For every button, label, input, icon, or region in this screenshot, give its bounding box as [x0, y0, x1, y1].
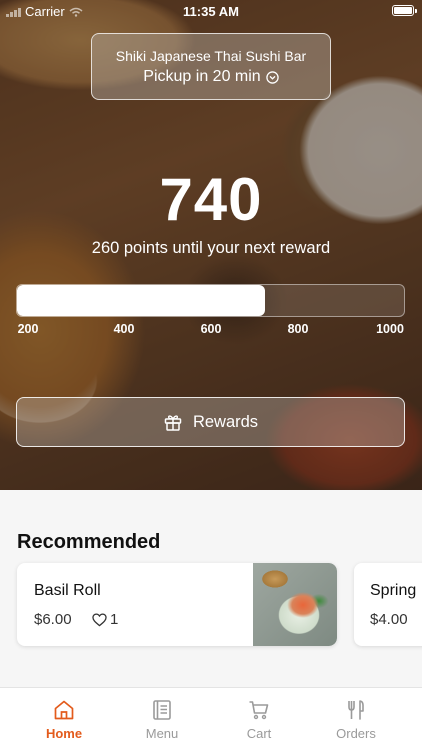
- cart-icon: [249, 701, 269, 720]
- rewards-progress-bar: [16, 284, 405, 317]
- item-price: $6.00: [34, 611, 72, 628]
- progress-tick-label: 200: [17, 322, 39, 336]
- status-time: 11:35 AM: [183, 4, 239, 19]
- points-until-reward: 260 points until your next reward: [91, 239, 331, 257]
- menu-icon: [153, 700, 171, 720]
- tab-cart[interactable]: Cart: [219, 698, 299, 741]
- gift-icon: [164, 415, 182, 431]
- recommended-title: Recommended: [17, 531, 161, 553]
- home-icon: [54, 700, 74, 720]
- rewards-progress-fill: [17, 285, 265, 316]
- tab-label: Home: [45, 726, 83, 741]
- tab-home[interactable]: Home: [24, 698, 104, 741]
- recommended-item-card[interactable]: Basil Roll $6.00 1: [17, 563, 337, 646]
- store-selector[interactable]: Shiki Japanese Thai Sushi Bar Pickup in …: [91, 33, 331, 100]
- store-name: Shiki Japanese Thai Sushi Bar: [115, 48, 307, 64]
- progress-tick-label: 600: [200, 322, 222, 336]
- item-name: Basil Roll: [34, 582, 101, 599]
- progress-tick-label: 1000: [376, 322, 404, 336]
- chevron-down-icon: [265, 70, 279, 84]
- battery-icon: [392, 5, 417, 16]
- tab-label: Orders: [336, 726, 376, 741]
- tab-menu[interactable]: Menu: [122, 698, 202, 741]
- item-price: $4.00: [370, 611, 408, 628]
- item-name: Spring: [370, 582, 417, 599]
- progress-tick-label: 800: [287, 322, 309, 336]
- tab-label: Cart: [246, 726, 272, 741]
- tab-orders[interactable]: Orders: [316, 698, 396, 741]
- like-count: 1: [110, 611, 119, 628]
- recommended-item-card[interactable]: Spring $4.00: [354, 563, 422, 646]
- orders-icon: [348, 700, 364, 720]
- rewards-button[interactable]: Rewards: [16, 397, 405, 447]
- tab-bar: Home Menu Cart Orders: [0, 687, 422, 750]
- pickup-time: Pickup in 20 min: [143, 68, 261, 85]
- like-button[interactable]: 1: [92, 611, 118, 628]
- tab-label: Menu: [145, 726, 179, 741]
- status-bar: Carrier 11:35 AM: [0, 0, 422, 22]
- progress-tick-labels: 200 400 600 800 1000: [0, 322, 422, 338]
- points-total: 740: [159, 166, 263, 233]
- rewards-button-label: Rewards: [192, 412, 259, 431]
- heart-icon: [92, 612, 107, 626]
- progress-tick-label: 400: [113, 322, 135, 336]
- item-image: [253, 563, 337, 646]
